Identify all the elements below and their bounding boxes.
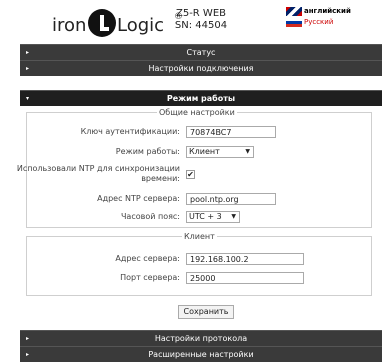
ntp-checkbox[interactable]: ✔ — [186, 170, 195, 179]
ntp-label: Использовали NTP для синхронизации време… — [17, 164, 180, 184]
ntp-server-input[interactable]: pool.ntp.org — [186, 193, 276, 205]
menu-status[interactable]: ▸ Статус — [20, 44, 382, 60]
menu-protocol-label: Настройки протокола — [154, 334, 248, 343]
mode-select-value: Клиент — [189, 147, 220, 156]
mode-label: Режим работы: — [115, 147, 180, 156]
ntp-label-line2: времени: — [141, 174, 180, 183]
uk-flag-icon — [286, 7, 302, 16]
lang-english[interactable]: английский — [286, 6, 351, 17]
dropdown-arrow-icon: ▼ — [245, 148, 250, 155]
chevron-right-icon: ▸ — [26, 49, 30, 56]
header: iron Logic ® Z5-R WEB SN: 44504 английск… — [0, 0, 382, 44]
save-button[interactable]: Сохранить — [178, 305, 234, 319]
menu-advanced-label: Расширенные настройки — [148, 350, 254, 359]
ntp-server-label: Адрес NTP сервера: — [97, 194, 180, 203]
mode-select[interactable]: Клиент ▼ — [186, 146, 254, 158]
menu-connection-label: Настройки подключения — [148, 64, 254, 73]
ntp-label-line1: Использовали NTP для синхронизации — [16, 164, 180, 173]
menu-operating-mode[interactable]: ▾ Режим работы — [20, 90, 382, 106]
dropdown-arrow-icon: ▼ — [231, 213, 236, 220]
menu-status-label: Статус — [186, 48, 216, 57]
language-switcher: английский Русский — [286, 6, 351, 28]
server-port-input[interactable]: 25000 — [186, 272, 304, 284]
auth-key-label: Ключ аутентификации: — [80, 127, 180, 136]
menu-protocol-settings[interactable]: ▸ Настройки протокола — [20, 330, 382, 346]
auth-key-input[interactable]: 70874BC7 — [186, 126, 276, 138]
chevron-right-icon: ▸ — [26, 351, 30, 358]
timezone-select[interactable]: UTC + 3 ▼ — [186, 211, 240, 223]
timezone-select-value: UTC + 3 — [189, 212, 222, 221]
chevron-down-icon: ▾ — [26, 95, 30, 102]
menu-advanced-settings[interactable]: ▸ Расширенные настройки — [20, 346, 382, 362]
checkmark-icon: ✔ — [187, 170, 194, 179]
lang-russian-label: Русский — [304, 18, 334, 26]
client-legend: Клиент — [184, 232, 215, 241]
server-port-label: Порт сервера: — [120, 273, 180, 282]
lang-english-label: английский — [304, 7, 351, 15]
chevron-right-icon: ▸ — [26, 65, 30, 72]
lang-russian[interactable]: Русский — [286, 17, 351, 28]
menu-connection-settings[interactable]: ▸ Настройки подключения — [20, 60, 382, 76]
russia-flag-icon — [286, 18, 302, 27]
server-address-label: Адрес сервера: — [115, 254, 180, 263]
chevron-right-icon: ▸ — [26, 335, 30, 342]
timezone-label: Часовой пояс: — [120, 212, 180, 221]
general-settings-legend: Общие настройки — [159, 108, 235, 117]
menu-mode-label: Режим работы — [166, 94, 236, 103]
server-address-input[interactable]: 192.168.100.2 — [186, 253, 304, 265]
